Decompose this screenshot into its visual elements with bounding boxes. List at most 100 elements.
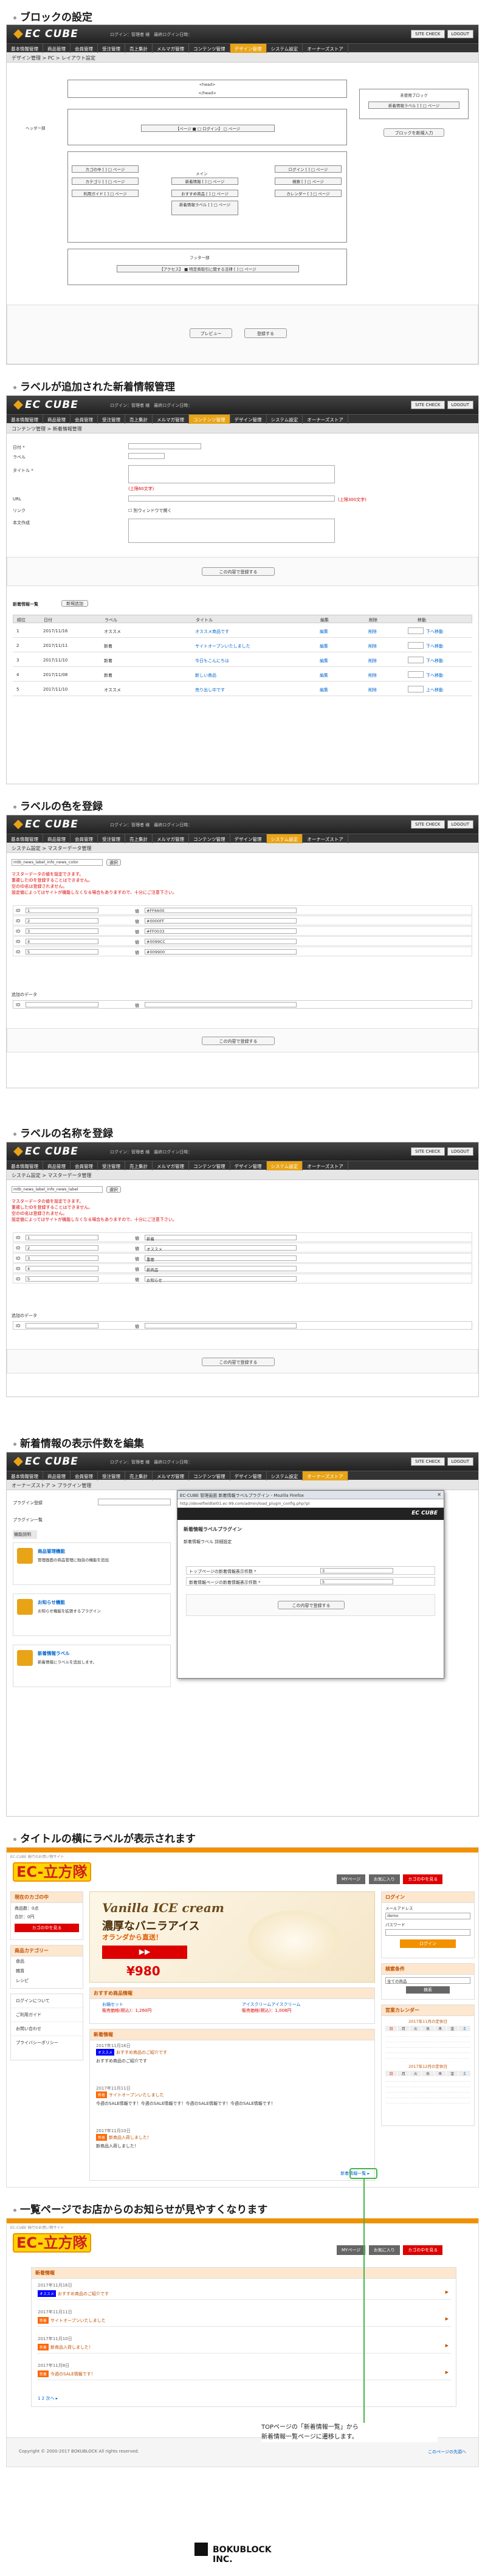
cart-view-button[interactable]: カゴの中を見る xyxy=(15,1924,79,1932)
nav-sales[interactable]: 売上集計 xyxy=(125,415,153,424)
news-delete-link[interactable]: 削除 xyxy=(368,629,377,635)
news-title-link[interactable]: 今週のSALE情報です！ xyxy=(50,2372,95,2377)
rank-input[interactable] xyxy=(408,686,424,692)
window-close-icon[interactable]: ✕ xyxy=(437,1492,441,1497)
nav-products[interactable]: 商品管理 xyxy=(43,834,71,843)
value-input[interactable]: #FF6600 xyxy=(145,908,297,913)
nav-mail[interactable]: メルマガ管理 xyxy=(153,1161,189,1170)
nav-contents[interactable]: コンテンツ管理 xyxy=(189,1161,230,1170)
rank-input[interactable] xyxy=(408,642,424,649)
category-item[interactable]: レシピ xyxy=(11,1976,83,1986)
news-title[interactable]: 新しい商品 xyxy=(195,672,216,679)
news-delete-link[interactable]: 削除 xyxy=(368,658,377,664)
chevron-right-icon[interactable]: ▶ xyxy=(445,2290,449,2295)
nav-sales[interactable]: 売上集計 xyxy=(125,834,153,843)
nav-store[interactable]: オーナーズストア xyxy=(303,1471,348,1480)
logout-button[interactable]: LOGOUT xyxy=(447,1147,473,1156)
recommend-item[interactable]: アイスクリームアイスクリーム 販売価格(税込)：1,008円 xyxy=(242,2001,300,2014)
news-title-link[interactable]: サイトオープンいたしました xyxy=(109,2093,164,2098)
master-select[interactable]: mtb_news_label_info_news_label xyxy=(12,1186,103,1193)
nav-design[interactable]: デザイン管理 xyxy=(230,834,267,843)
nav-customers[interactable]: 会員管理 xyxy=(71,1471,98,1480)
preview-button[interactable]: プレビュー xyxy=(190,328,232,338)
nav-design[interactable]: デザイン管理 xyxy=(230,415,267,424)
site-check-button[interactable]: SITE CHECK xyxy=(411,1147,445,1156)
news-submit-button[interactable]: この内容で登録する xyxy=(202,567,275,576)
nav-products[interactable]: 商品管理 xyxy=(43,44,71,53)
logout-button[interactable]: LOGOUT xyxy=(447,1457,473,1466)
news-edit-link[interactable]: 編集 xyxy=(320,658,328,664)
search-button[interactable]: 検索 xyxy=(406,1986,450,1994)
color-submit-button[interactable]: この内容で登録する xyxy=(202,1037,275,1045)
news-edit-link[interactable]: 編集 xyxy=(320,672,328,679)
id-input[interactable]: 4 xyxy=(26,939,98,944)
nav-sales[interactable]: 売上集計 xyxy=(125,1161,153,1170)
nav-contents[interactable]: コンテンツ管理 xyxy=(189,44,230,53)
nav-customers[interactable]: 会員管理 xyxy=(71,44,98,53)
nav-contents[interactable]: コンテンツ管理 xyxy=(189,415,230,424)
nav-system[interactable]: システム設定 xyxy=(267,1471,303,1480)
list-count-input[interactable]: 5 xyxy=(320,1579,393,1584)
rank-input[interactable] xyxy=(408,627,424,634)
nav-products[interactable]: 商品管理 xyxy=(43,1471,71,1480)
guide-item[interactable]: プライバシーポリシー xyxy=(11,2036,83,2049)
search-select[interactable]: 全ての商品 xyxy=(385,1977,470,1984)
news-move-link[interactable]: 下へ移動 xyxy=(426,629,443,635)
cart-link[interactable]: カゴの中を見る xyxy=(403,1874,443,1884)
id-input[interactable]: 4 xyxy=(26,1266,98,1271)
nav-store[interactable]: オーナーズストア xyxy=(303,1161,348,1170)
news-delete-link[interactable]: 削除 xyxy=(368,687,377,693)
title-input[interactable] xyxy=(128,465,335,483)
news-move-link[interactable]: 下へ移動 xyxy=(426,643,443,649)
popup-submit-button[interactable]: この内容で登録する xyxy=(278,1601,345,1609)
nav-contents[interactable]: コンテンツ管理 xyxy=(189,834,230,843)
left-block-item[interactable]: 利用ガイド [ ] □ ページ xyxy=(72,190,139,197)
cart-link[interactable]: カゴの中を見る xyxy=(403,2245,443,2255)
nav-design[interactable]: デザイン管理 xyxy=(230,44,267,53)
footer-block-item[interactable]: 【アクセス】 ■ 特定商取引に関する法律 [ ] □ ページ xyxy=(117,265,299,272)
nav-mail[interactable]: メルマガ管理 xyxy=(153,415,189,424)
nav-design[interactable]: デザイン管理 xyxy=(230,1161,267,1170)
unused-block-item[interactable]: 新着情報ラベル [ ] □ ページ xyxy=(368,102,459,109)
news-delete-link[interactable]: 削除 xyxy=(368,643,377,649)
left-block-item[interactable]: カゴの中 [ ] □ ページ xyxy=(72,165,139,173)
nav-design[interactable]: デザイン管理 xyxy=(230,1471,267,1480)
mypage-link[interactable]: MYページ xyxy=(337,2245,366,2255)
nav-basic[interactable]: 基本情報管理 xyxy=(7,44,43,53)
nav-sales[interactable]: 売上集計 xyxy=(125,1471,153,1480)
news-move-link[interactable]: 上へ移動 xyxy=(426,687,443,693)
nav-orders[interactable]: 受注管理 xyxy=(98,1471,125,1480)
news-move-link[interactable]: 下へ移動 xyxy=(426,658,443,664)
logout-button[interactable]: LOGOUT xyxy=(447,30,473,38)
rank-input[interactable] xyxy=(408,657,424,663)
id-input[interactable]: 3 xyxy=(26,928,98,934)
nav-store[interactable]: オーナーズストア xyxy=(303,415,348,424)
id-input[interactable]: 1 xyxy=(26,908,98,913)
nav-customers[interactable]: 会員管理 xyxy=(71,1161,98,1170)
nav-orders[interactable]: 受注管理 xyxy=(98,834,125,843)
name-submit-button[interactable]: この内容で登録する xyxy=(202,1358,275,1366)
nav-orders[interactable]: 受注管理 xyxy=(98,44,125,53)
nav-mail[interactable]: メルマガ管理 xyxy=(153,1471,189,1480)
store-logo[interactable]: EC-立方隊 xyxy=(13,1860,91,1882)
chevron-right-icon[interactable]: ▶ xyxy=(445,2316,449,2321)
nav-basic[interactable]: 基本情報管理 xyxy=(7,1471,43,1480)
master-select[interactable]: mtb_news_label_info_news_color xyxy=(12,859,103,866)
top-count-input[interactable]: 3 xyxy=(320,1568,393,1573)
news-title[interactable]: オススメ商品です xyxy=(195,629,229,635)
value-input[interactable]: #0099CC xyxy=(145,939,297,944)
add-value-input[interactable] xyxy=(145,1002,297,1007)
plugin-name[interactable]: お知らせ機能 xyxy=(38,1599,65,1606)
center-block-item[interactable]: 新着情報ラベル [ ] □ ページ xyxy=(171,201,238,215)
nav-mail[interactable]: メルマガ管理 xyxy=(153,834,189,843)
logout-button[interactable]: LOGOUT xyxy=(447,820,473,829)
center-block-item[interactable]: おすすめ商品 [ ] □ ページ xyxy=(171,190,238,197)
value-input[interactable]: オススメ xyxy=(145,1245,297,1252)
chevron-right-icon[interactable]: ▶ xyxy=(445,2370,449,2375)
value-input[interactable]: #FF0033 xyxy=(145,928,297,934)
master-select-button[interactable]: 選択 xyxy=(106,859,121,866)
login-email-input[interactable]: demo xyxy=(385,1913,470,1919)
nav-products[interactable]: 商品管理 xyxy=(43,1161,71,1170)
value-input[interactable]: 新着 xyxy=(145,1235,297,1241)
nav-basic[interactable]: 基本情報管理 xyxy=(7,415,43,424)
